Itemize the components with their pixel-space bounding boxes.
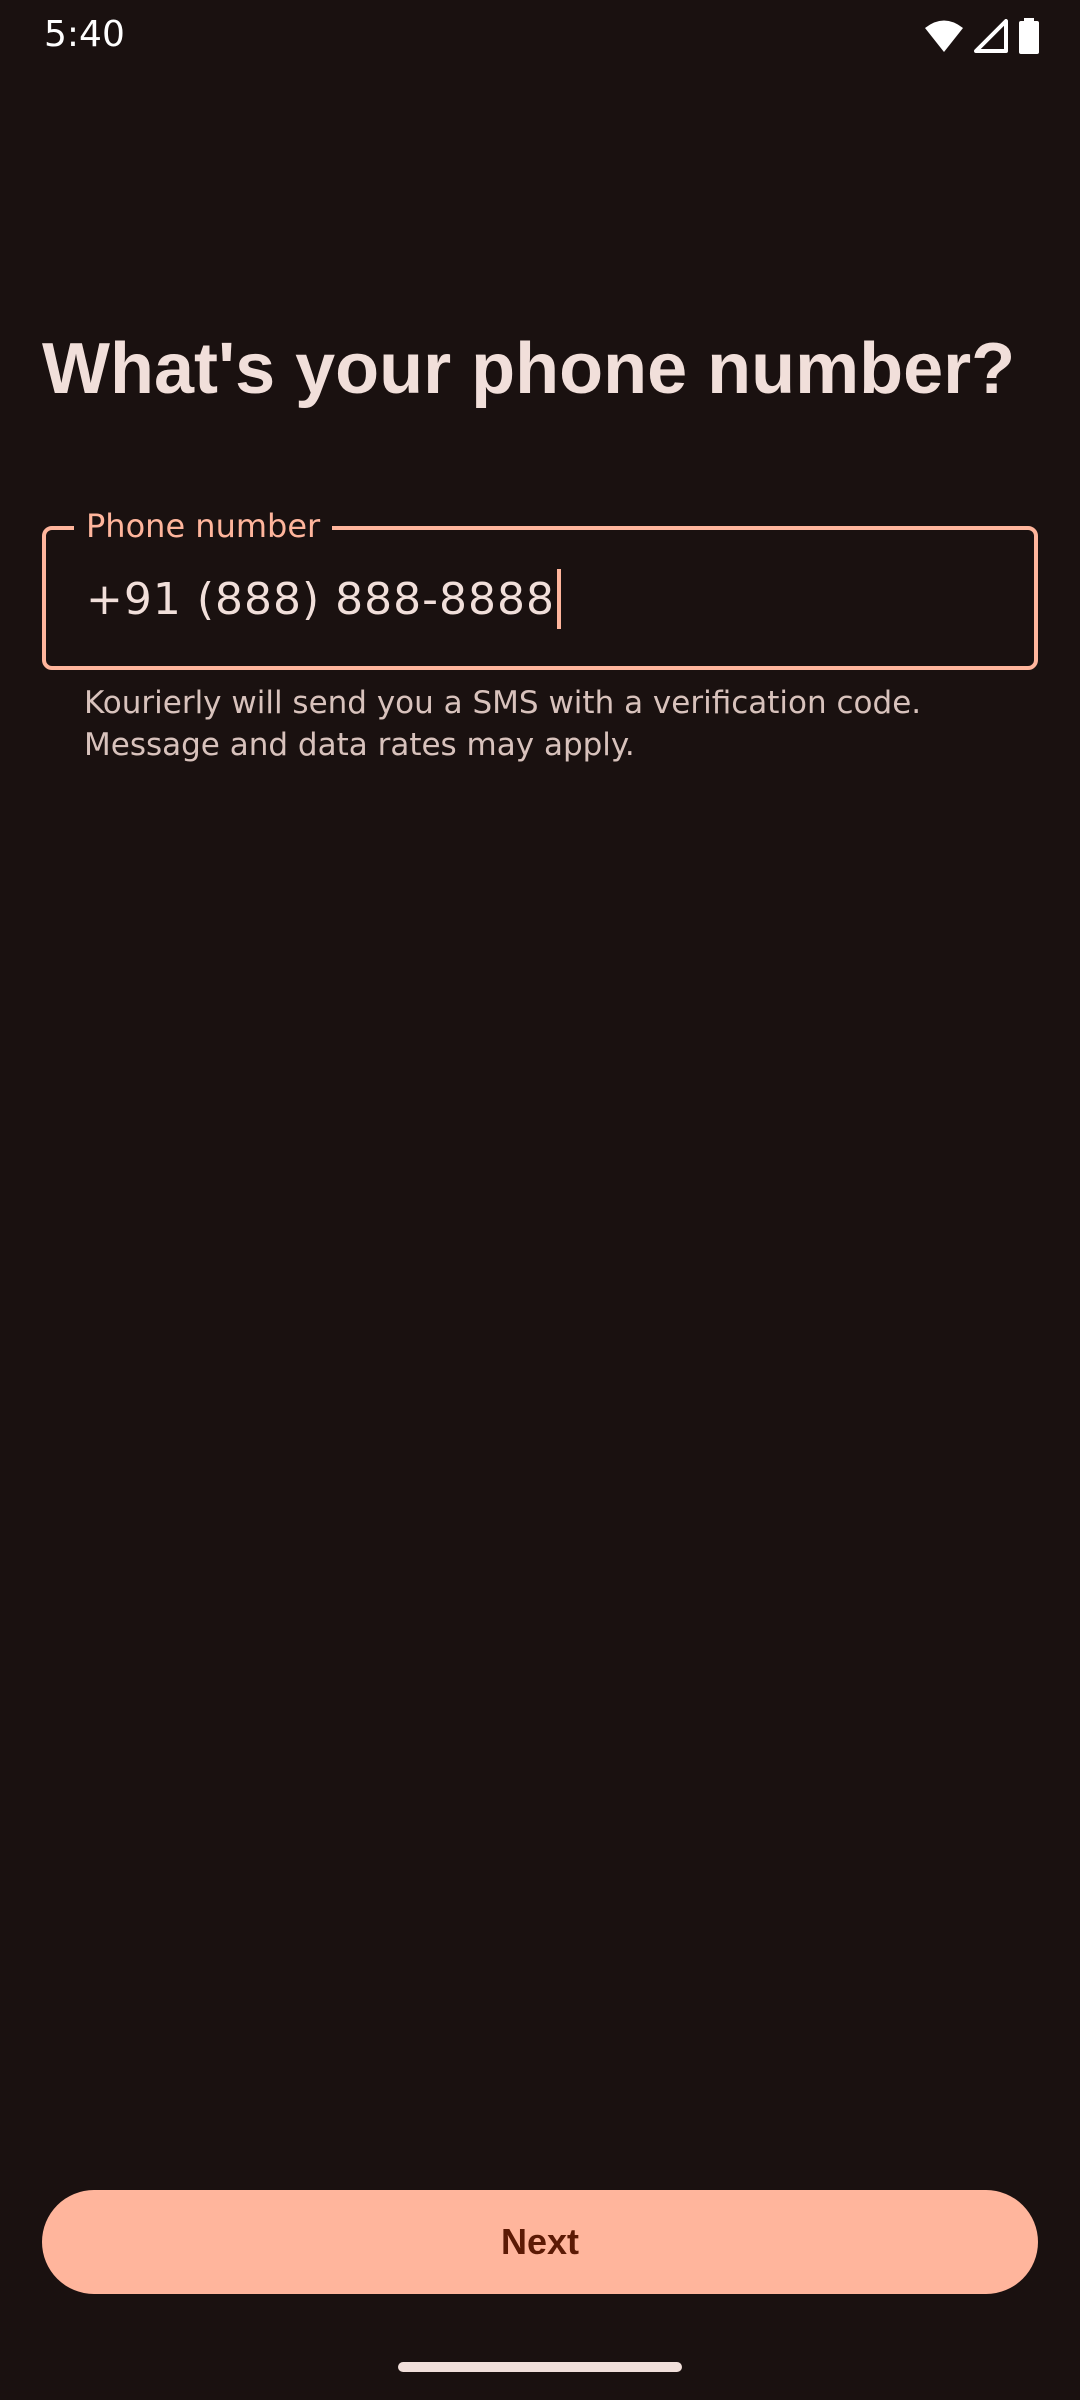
helper-text: Kourierly will send you a SMS with a ver… <box>84 682 1034 766</box>
helper-text-line: Message and data rates may apply. <box>84 727 635 763</box>
phone-label-container: Phone number <box>74 504 333 548</box>
phone-number-label: Phone number <box>86 507 321 545</box>
phone-number-input[interactable]: +91 (888) 888-8888 <box>86 574 555 625</box>
helper-text-line: Kourierly will send you a SMS with a ver… <box>84 685 922 721</box>
status-icons <box>924 18 1040 54</box>
status-bar: 5:40 <box>0 0 1080 72</box>
gesture-nav-handle[interactable] <box>398 2362 682 2372</box>
phone-input-row[interactable]: +91 (888) 888-8888 <box>86 568 561 630</box>
cellular-signal-icon <box>974 19 1008 53</box>
phone-number-field[interactable]: Phone number +91 (888) 888-8888 <box>42 504 1038 670</box>
wifi-icon <box>924 19 964 53</box>
text-cursor <box>556 569 561 629</box>
next-button-label: Next <box>500 2221 580 2262</box>
battery-icon <box>1018 18 1040 54</box>
status-time: 5:40 <box>44 14 125 55</box>
next-button[interactable]: Next <box>42 2190 1038 2294</box>
page-title: What's your phone number? <box>42 329 1016 409</box>
